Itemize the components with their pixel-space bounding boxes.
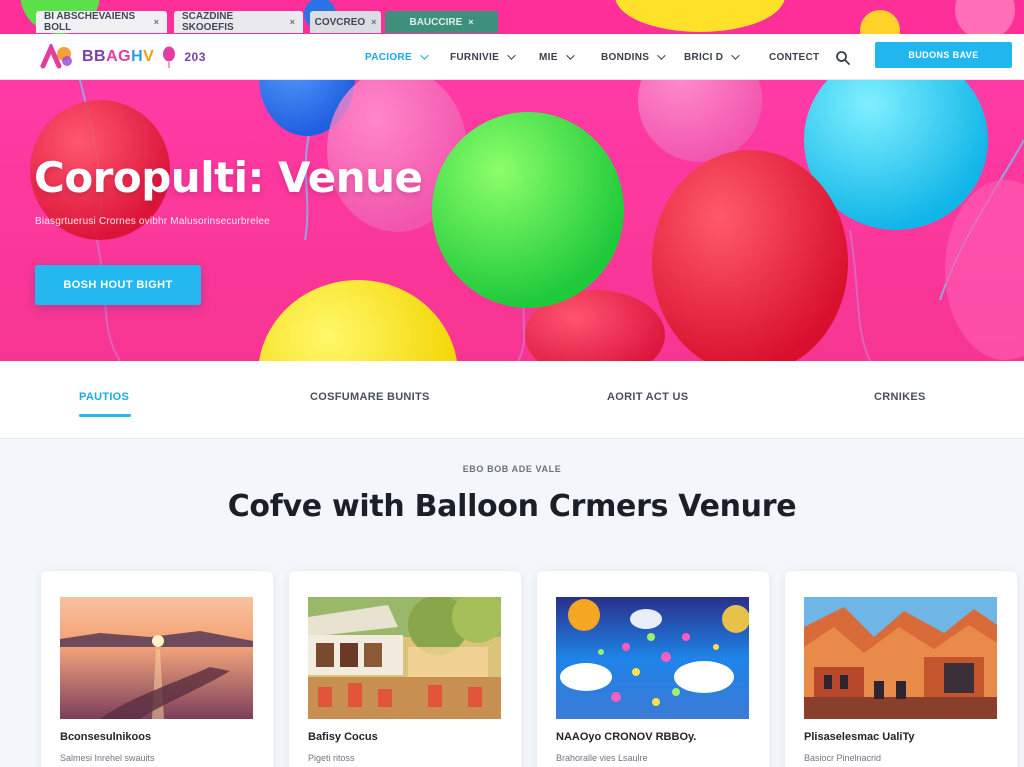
card-meta: Brahoralle vies Lsaulre xyxy=(556,753,648,763)
nav-label: FURNIVIE xyxy=(450,51,500,63)
logo-part: AG xyxy=(106,48,132,65)
browser-tab-label: BI ABSCHEVAIENS BOLL xyxy=(44,11,136,33)
close-icon[interactable]: × xyxy=(290,17,295,27)
logo-mark-icon xyxy=(40,44,72,69)
close-icon[interactable]: × xyxy=(154,17,159,27)
nav-label: BRICI D xyxy=(684,51,724,63)
nav-label: BONDINS xyxy=(601,51,650,63)
browser-tab-label: BAUCCIRE xyxy=(409,16,463,28)
chevron-down-icon xyxy=(657,51,666,60)
logo-suffix: 203 xyxy=(184,50,206,64)
browser-tab-label: SCAZDINE SKOOEFIS xyxy=(182,11,234,33)
browser-tab[interactable]: COVCREO × xyxy=(310,11,381,33)
tab-pautios[interactable]: PAUTIOS xyxy=(79,391,129,403)
section-title: Cofve with Balloon Crmers Venure xyxy=(227,489,797,524)
hero-cta-button[interactable]: BOSH HOUT BIGHT xyxy=(35,265,201,305)
nav-item-paciore[interactable]: PACIORE xyxy=(365,47,429,67)
browser-tab[interactable]: BI ABSCHEVAIENS BOLL × xyxy=(36,11,167,33)
card-title: Bafisy Cocus xyxy=(308,731,378,743)
nav-label: CONTECT xyxy=(769,51,820,63)
card-title: Bconsesulnikoos xyxy=(60,731,152,743)
browser-tab-strip: BI ABSCHEVAIENS BOLL × SCAZDINE SKOOEFIS… xyxy=(0,0,1024,34)
hero-banner: Coropulti: Venue Biasgrtuerusi Crornes o… xyxy=(0,80,1024,361)
card-image-sunset-lake xyxy=(60,597,253,719)
card-image-market-street xyxy=(308,597,501,719)
nav-label: MIE xyxy=(539,51,558,63)
tab-cosfumare-bunits[interactable]: COSFUMARE BUNITS xyxy=(310,391,430,403)
hero-title: Coropulti: Venue xyxy=(34,153,423,202)
card-image-festival-pavilion xyxy=(804,597,997,719)
nav-item-brici-d[interactable]: BRICI D xyxy=(684,47,740,67)
nav-item-bondins[interactable]: BONDINS xyxy=(601,47,666,67)
card-image-colorful-sky xyxy=(556,597,749,719)
card-meta: Basiocr Pinelnacrid xyxy=(804,753,882,763)
search-icon[interactable] xyxy=(834,49,852,67)
close-icon[interactable]: × xyxy=(371,17,376,27)
nav-label: PACIORE xyxy=(365,51,412,63)
card-title: NAAOyo CRONOV RBBOy. xyxy=(556,731,697,743)
browser-tab[interactable]: BAUCCIRE × xyxy=(385,11,498,33)
close-icon[interactable]: × xyxy=(468,17,473,27)
venue-card[interactable]: Bafisy Cocus Pigeti ritoss xyxy=(289,571,521,767)
browser-tab[interactable]: SCAZDINE SKOOEFIS × xyxy=(174,11,303,33)
chevron-down-icon xyxy=(731,51,740,60)
venue-card[interactable]: NAAOyo CRONOV RBBOy. Brahoralle vies Lsa… xyxy=(537,571,769,767)
chevron-down-icon xyxy=(507,51,516,60)
site-logo[interactable]: BBAGHV 203 xyxy=(40,42,206,72)
tab-aorit-act-us[interactable]: AORIT ACT US xyxy=(607,391,688,403)
card-title: Plisaselesmac UaliTy xyxy=(804,731,915,743)
header-cta-button[interactable]: BUDONS BAVE xyxy=(875,42,1012,68)
venue-card[interactable]: Plisaselesmac UaliTy Basiocr Pinelnacrid xyxy=(785,571,1017,767)
logo-part: H xyxy=(131,48,144,65)
secondary-tab-bar: PAUTIOS COSFUMARE BUNITS AORIT ACT US CR… xyxy=(0,361,1024,439)
venue-card[interactable]: Bconsesulnikoos Salmesi Inrehel swauits xyxy=(41,571,273,767)
section-eyebrow: EBO BOB ADE VALE xyxy=(462,464,562,474)
logo-wordmark: BBAGHV xyxy=(82,48,154,66)
logo-part: V xyxy=(143,48,155,65)
card-meta: Salmesi Inrehel swauits xyxy=(60,753,155,763)
chevron-down-icon xyxy=(420,51,429,60)
nav-item-contect[interactable]: CONTECT xyxy=(769,47,819,67)
tab-crnikes[interactable]: CRNIKES xyxy=(874,391,926,403)
logo-part: BB xyxy=(82,48,107,65)
chevron-down-icon xyxy=(565,51,575,60)
site-header: BBAGHV 203 PACIORE FURNIVIE MIE BONDINS … xyxy=(0,34,1024,80)
card-meta: Pigeti ritoss xyxy=(308,753,355,763)
browser-tab-label: COVCREO xyxy=(314,16,366,28)
hero-subtitle: Biasgrtuerusi Crornes ovibhr Malusorinse… xyxy=(35,216,270,227)
nav-item-furnivie[interactable]: FURNIVIE xyxy=(450,47,516,67)
nav-item-mie[interactable]: MIE xyxy=(539,47,575,67)
logo-balloon-icon xyxy=(163,46,176,68)
active-tab-indicator xyxy=(79,414,131,417)
